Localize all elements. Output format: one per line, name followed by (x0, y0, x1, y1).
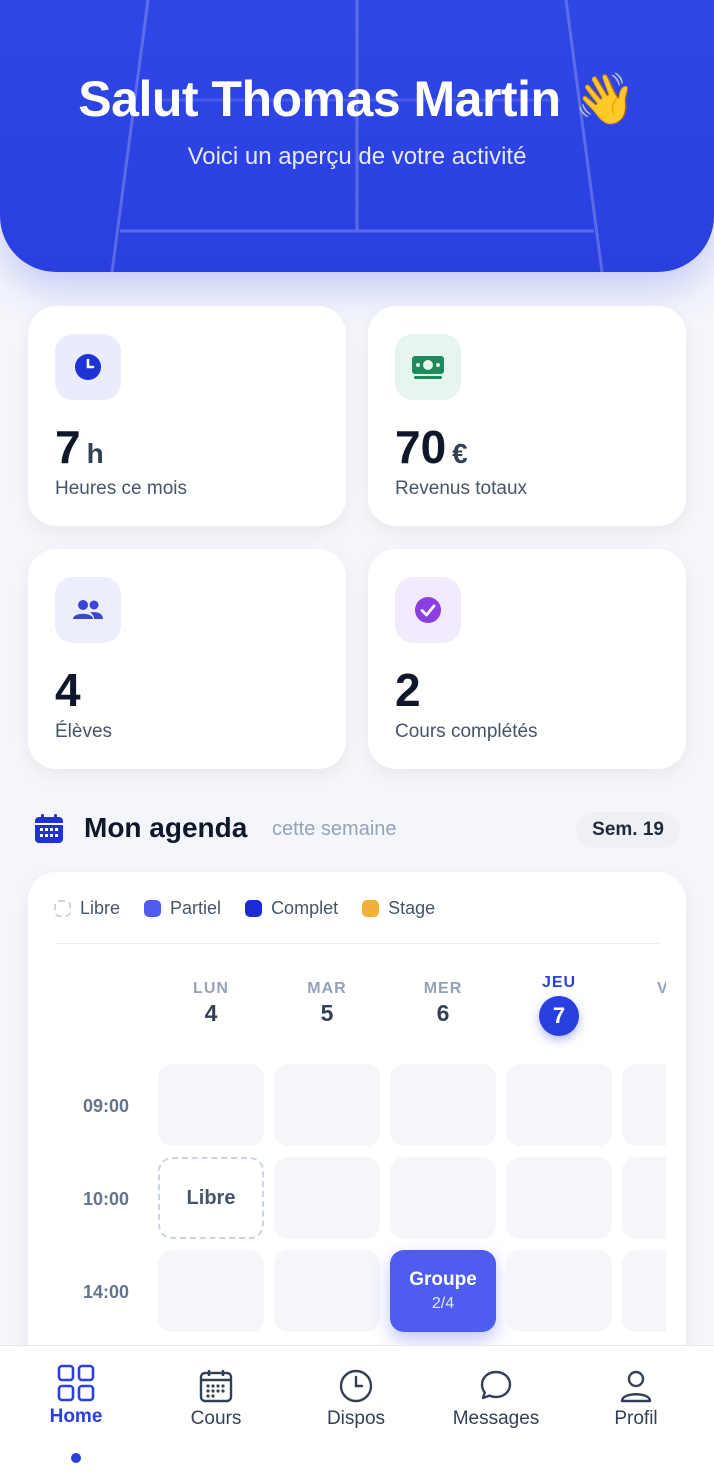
legend-item-partial: Partiel (144, 898, 221, 919)
tennis-court-background (110, 0, 604, 272)
free-slot[interactable]: Libre (158, 1157, 264, 1239)
time-label: 14:00 (82, 1282, 130, 1302)
user-icon (620, 1370, 652, 1403)
tab-home[interactable]: Home (6, 1364, 146, 1428)
tab-cours[interactable]: Cours (146, 1368, 286, 1430)
tab-messages[interactable]: Messages (426, 1368, 566, 1430)
stat-card-completed[interactable]: 2 Cours complétés (368, 549, 686, 769)
legend-divider (55, 943, 659, 944)
stat-label: Élèves (55, 721, 113, 742)
time-slot[interactable] (622, 1250, 666, 1332)
time-slot[interactable] (274, 1064, 380, 1146)
tab-dispos[interactable]: Dispos (286, 1368, 426, 1430)
calendar-icon (35, 814, 63, 843)
tab-label: Dispos (326, 1408, 386, 1429)
group-session-slot[interactable]: Groupe 2/4 (390, 1250, 496, 1332)
stat-value: 7h (55, 421, 104, 473)
agenda-legend: Libre Partiel Complet Stage (54, 898, 435, 919)
greeting-text: Salut Thomas Martin (78, 71, 561, 127)
stat-label: Revenus totaux (395, 478, 528, 499)
chat-icon (480, 1370, 512, 1400)
tab-label: Home (49, 1406, 103, 1427)
day-header-fri[interactable]: VEN8 (622, 980, 666, 1027)
bottom-tab-bar: Home Cours Dispos Messages Profil (0, 1345, 714, 1476)
time-slot[interactable] (158, 1064, 264, 1146)
check-circle-icon (395, 577, 461, 643)
stat-label: Heures ce mois (55, 478, 187, 499)
time-label: 10:00 (82, 1189, 130, 1209)
time-slot[interactable] (506, 1064, 612, 1146)
legend-item-free: Libre (54, 898, 120, 919)
week-grid[interactable]: LUN4 MAR5 MER6 JEU7 VEN8 09:00 10:00 14:… (28, 972, 666, 1392)
greeting-subtitle: Voici un aperçu de votre activité (187, 143, 527, 170)
stat-label: Cours complétés (395, 721, 538, 742)
time-label: 09:00 (82, 1096, 130, 1116)
tab-label: Profil (614, 1408, 658, 1429)
greeting-title: Salut Thomas Martin 👋 (0, 70, 714, 129)
active-tab-indicator (71, 1453, 81, 1463)
time-slot[interactable] (390, 1157, 496, 1239)
stat-value: 4 (55, 664, 81, 716)
day-header-thu-today[interactable]: JEU 7 (506, 974, 612, 1036)
day-header-mon[interactable]: LUN 4 (158, 980, 264, 1027)
calendar-icon (199, 1370, 233, 1403)
time-slot[interactable] (622, 1064, 666, 1146)
stat-card-hours[interactable]: 7h Heures ce mois (28, 306, 346, 526)
tab-label: Cours (190, 1408, 242, 1429)
wave-emoji: 👋 (573, 71, 636, 127)
clock-icon (339, 1369, 373, 1403)
stat-value: 70 € (395, 421, 468, 473)
stat-card-students[interactable]: 4 Élèves (28, 549, 346, 769)
tab-label: Messages (452, 1408, 540, 1429)
header-banner: Salut Thomas Martin 👋 Voici un aperçu de… (0, 0, 714, 272)
legend-item-full: Complet (245, 898, 338, 919)
agenda-title: Mon agenda (84, 812, 248, 843)
time-slot[interactable] (506, 1250, 612, 1332)
agenda-card: Libre Partiel Complet Stage LUN 4 MAR 5 ME… (28, 872, 686, 1392)
users-icon (55, 577, 121, 643)
time-slot[interactable] (274, 1250, 380, 1332)
tab-profil[interactable]: Profil (566, 1368, 706, 1430)
clock-icon (55, 334, 121, 400)
time-slot[interactable] (158, 1250, 264, 1332)
week-badge[interactable]: Sem. 19 (576, 812, 680, 848)
agenda-subtitle: cette semaine (272, 818, 397, 840)
time-slot[interactable] (506, 1157, 612, 1239)
day-header-tue[interactable]: MAR 5 (274, 980, 380, 1027)
legend-item-stage: Stage (362, 898, 435, 919)
time-slot[interactable] (390, 1064, 496, 1146)
agenda-header: Mon agenda cette semaine Sem. 19 (34, 808, 680, 850)
time-slot[interactable] (622, 1157, 666, 1239)
time-slot[interactable] (274, 1157, 380, 1239)
banknote-icon (395, 334, 461, 400)
grid-icon (57, 1364, 95, 1402)
stat-value: 2 (395, 664, 421, 716)
stat-card-revenue[interactable]: 70 € Revenus totaux (368, 306, 686, 526)
day-header-wed[interactable]: MER 6 (390, 980, 496, 1027)
